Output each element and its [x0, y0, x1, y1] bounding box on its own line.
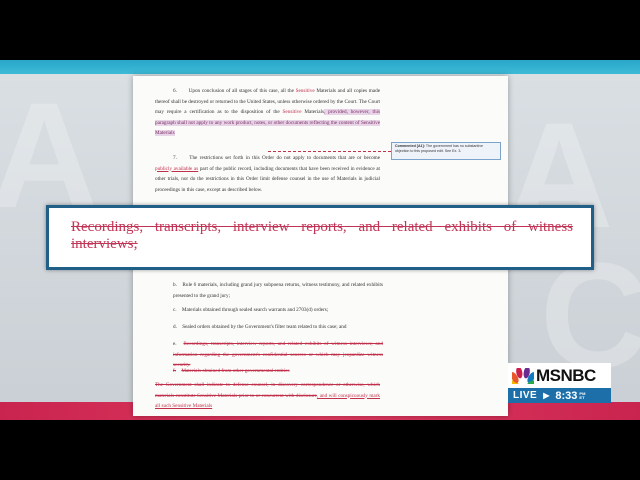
paragraph-7: 7. The restrictions set forth in this Or…	[155, 155, 380, 193]
list-item: b. Rule 6 materials, including grand jur…	[173, 282, 383, 299]
play-arrow-icon: ▶	[543, 391, 550, 400]
comment-connector	[268, 151, 391, 152]
quote-callout: Recordings, transcripts, interview repor…	[46, 205, 594, 270]
live-label: LIVE	[513, 390, 538, 401]
msnbc-logo: MSNBC	[508, 363, 611, 388]
live-indicator: LIVE ▶ 8:33 PM ET	[508, 388, 611, 403]
paragraph-6: 6. Upon conclusion of all stages of this…	[155, 88, 381, 136]
list-item: d. Sealed orders obtained by the Governm…	[173, 324, 347, 330]
closing-paragraph: The Government shall indicate to defense…	[155, 382, 381, 409]
callout-text: Recordings, transcripts, interview repor…	[71, 219, 573, 252]
document-comment: Commented [A1]: The government has no su…	[391, 142, 501, 160]
peacock-icon	[512, 367, 534, 384]
broadcast-time: 8:33	[555, 389, 578, 402]
list-item: c. Materials obtained through sealed sea…	[173, 307, 329, 313]
network-name: MSNBC	[536, 365, 596, 385]
list-item: f. Materials obtained from other governm…	[173, 368, 290, 374]
time-zone: PM ET	[579, 390, 586, 400]
